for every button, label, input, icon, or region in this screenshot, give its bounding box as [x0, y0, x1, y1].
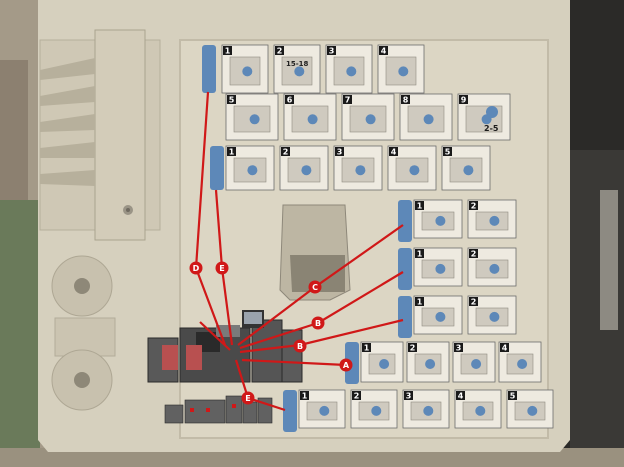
step-panel: 3 — [333, 145, 383, 191]
step-number: 1 — [417, 298, 423, 307]
step-panel: 1 — [298, 389, 346, 429]
step-panel: 2 — [273, 44, 321, 94]
step-number: 1 — [417, 202, 423, 211]
step-panel: 3 — [325, 44, 373, 94]
knob-lower — [51, 349, 113, 411]
step-panel: 2 — [467, 247, 517, 287]
step-number: 2 — [471, 298, 477, 307]
blue-tab-b — [398, 248, 412, 290]
step-number: 4 — [502, 344, 508, 353]
step-number: 4 — [391, 148, 397, 157]
step-number: 6 — [287, 96, 293, 105]
step-number: 1 — [229, 148, 235, 157]
grip-tab — [94, 29, 146, 241]
step-number: 2 — [471, 202, 477, 211]
step-range-label: 2-5 — [484, 124, 499, 133]
step-number: 1 — [225, 47, 231, 56]
step-number: 3 — [406, 392, 412, 401]
step-panel: 1 — [413, 199, 463, 239]
step-number: 3 — [329, 47, 335, 56]
step-number: 1 — [417, 250, 423, 259]
step-panel: 2 — [467, 295, 517, 335]
step-row-second: 5 6 7 8 9 2-5 — [225, 93, 511, 141]
step-number: 1 — [302, 392, 308, 401]
step-panel: 4 — [387, 145, 437, 191]
callout-letter: A — [343, 361, 350, 370]
step-panel: 1 — [413, 295, 463, 335]
callout-letter: D — [193, 264, 200, 273]
step-panel: 4 — [498, 341, 542, 383]
callout-letter: E — [219, 264, 224, 273]
step-row-third: 1 2 3 4 5 — [225, 145, 491, 191]
step-number: 1 — [364, 344, 370, 353]
step-panel: 2 — [279, 145, 329, 191]
step-panel: 4 — [454, 389, 502, 429]
step-panel: 1 — [221, 44, 269, 94]
step-number: 4 — [458, 392, 464, 401]
step-panel: 4 — [377, 44, 425, 94]
step-number: 8 — [403, 96, 409, 105]
blue-tab-bb — [398, 296, 412, 338]
knob-upper — [51, 255, 113, 317]
step-panel: 2 — [406, 341, 450, 383]
screw — [126, 208, 130, 212]
step-panel: 1 — [225, 145, 275, 191]
callout-letter: E — [245, 394, 250, 403]
callout-b: B — [311, 316, 325, 330]
step-panel: 5 — [441, 145, 491, 191]
callout-e: E — [241, 391, 255, 405]
step-panel: 1 — [360, 341, 404, 383]
background-shelf-left — [0, 60, 28, 200]
background-floor — [0, 200, 40, 467]
step-number: 2 — [283, 148, 289, 157]
callout-c: C — [308, 280, 322, 294]
step-panel: 3 — [402, 389, 450, 429]
step-panel: 7 — [341, 93, 395, 141]
callout-letter: B — [315, 319, 321, 328]
blue-tab-c — [398, 200, 412, 242]
blue-tab-bottom — [283, 390, 297, 432]
step-number: 4 — [381, 47, 387, 56]
step-panel: 2 — [467, 199, 517, 239]
step-panel: 5 — [506, 389, 554, 429]
step-number: 2 — [410, 344, 416, 353]
callout-d: D — [189, 261, 203, 275]
step-number: 3 — [456, 344, 462, 353]
step-number: 2 — [354, 392, 360, 401]
step-number: 5 — [229, 96, 235, 105]
step-number: 5 — [510, 392, 516, 401]
step-panel: 5 — [225, 93, 279, 141]
callout-letter: C — [312, 283, 318, 292]
step-number: 9 — [461, 96, 467, 105]
photo-scene: 1 2 3 4 15-18 5 6 7 8 9 2-5 1 2 3 4 5 1 2 1 2 1 2 1 2 3 4 1… — [0, 0, 624, 467]
step-panel: 9 — [457, 93, 511, 141]
step-panel: 3 — [452, 341, 496, 383]
blue-tab-row1 — [202, 45, 216, 93]
step-number: 5 — [445, 148, 451, 157]
step-range-tag: 15-18 — [286, 60, 309, 68]
step-panel: 2 — [350, 389, 398, 429]
callout-a: A — [339, 358, 353, 372]
callout-letter: B — [297, 342, 303, 351]
step-panel: 6 — [283, 93, 337, 141]
step-panel: 1 — [413, 247, 463, 287]
step-number: 7 — [345, 96, 351, 105]
step-number: 2 — [471, 250, 477, 259]
machine-right-slot — [600, 190, 618, 330]
step-number: 2 — [277, 47, 283, 56]
step-panel: 8 — [399, 93, 453, 141]
info-icon — [486, 106, 498, 118]
callout-b: B — [293, 339, 307, 353]
blue-tab-row3 — [210, 146, 224, 190]
step-row-bottom: 1 2 3 4 5 — [298, 389, 554, 429]
step-number: 3 — [337, 148, 343, 157]
callout-e: E — [215, 261, 229, 275]
